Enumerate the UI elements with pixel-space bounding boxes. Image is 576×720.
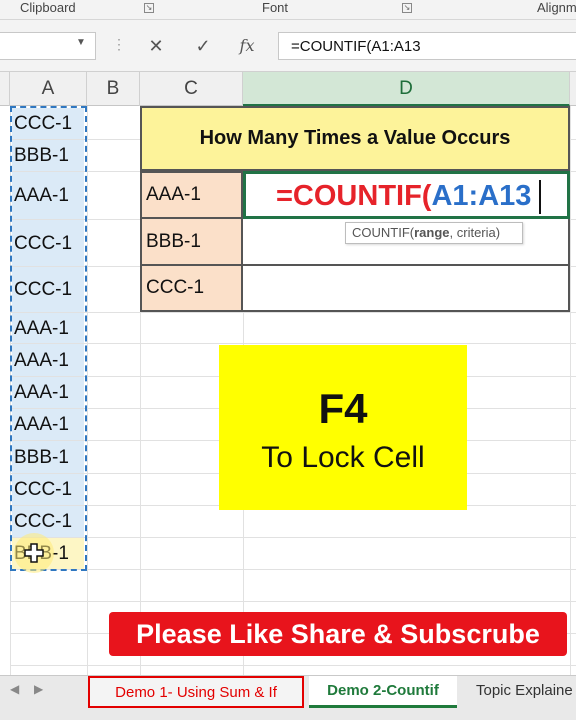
grid-line	[10, 569, 576, 570]
formula-bar-grip-icon: ⋮	[112, 36, 126, 52]
cell-d5[interactable]	[243, 266, 570, 312]
grid-line	[87, 106, 88, 680]
text-caret	[539, 180, 541, 214]
cell-c5[interactable]: CCC-1	[140, 266, 243, 312]
chevron-down-icon[interactable]: ▼	[76, 37, 86, 48]
tab-demo-2-countif[interactable]: Demo 2-Countif	[309, 676, 457, 708]
grid-line	[570, 106, 571, 680]
formula-function-text: =COUNTIF(	[276, 180, 432, 212]
name-box[interactable]: ▼	[0, 32, 96, 60]
cell-select-cursor-icon	[24, 543, 44, 563]
formula-range-text: A1:A13	[431, 180, 532, 212]
column-header-d[interactable]: D	[243, 72, 570, 106]
column-header-b[interactable]: B	[87, 72, 140, 106]
formula-bar: ▼ ⋮ ✕ ✓ fx =COUNTIF(A1:A13	[0, 20, 576, 72]
tab-demo-1[interactable]: Demo 1- Using Sum & If	[88, 676, 304, 708]
callout-key: F4	[318, 385, 368, 432]
grid-line	[10, 537, 576, 538]
cancel-icon[interactable]: ✕	[141, 34, 171, 58]
column-header-c[interactable]: C	[140, 72, 243, 106]
column-header-e[interactable]	[570, 72, 576, 106]
clipboard-launcher-icon[interactable]: ↘	[144, 3, 154, 13]
grid-line	[10, 601, 576, 602]
formula-input[interactable]: =COUNTIF(A1:A13	[278, 32, 576, 60]
insert-function-icon[interactable]: fx	[232, 34, 262, 58]
tooltip-current-argument[interactable]: range	[414, 225, 449, 240]
column-headers: A B C D	[0, 72, 576, 106]
row-header-corner[interactable]	[0, 72, 10, 106]
callout-text: To Lock Cell	[261, 441, 425, 474]
tooltip-remaining-arguments: , criteria)	[449, 225, 501, 240]
table-title[interactable]: How Many Times a Value Occurs	[140, 106, 570, 171]
sheet-tab-bar: ◀ ▶ Demo 1- Using Sum & If Demo 2-Counti…	[0, 675, 576, 720]
cell-c3[interactable]: AAA-1	[140, 171, 243, 219]
f4-callout: F4 To Lock Cell	[219, 345, 467, 510]
alignment-group-label: Alignm	[537, 0, 576, 15]
font-launcher-icon[interactable]: ↘	[402, 3, 412, 13]
cell-c4[interactable]: BBB-1	[140, 219, 243, 266]
tab-topic-explained[interactable]: Topic Explaine	[466, 676, 576, 708]
grid-line	[10, 312, 576, 313]
font-group-label: Font	[262, 0, 289, 15]
scroll-right-icon[interactable]: ▶	[34, 682, 43, 696]
grid-line	[10, 343, 576, 344]
subscribe-banner: Please Like Share & Subscrube	[109, 612, 567, 656]
grid-line	[10, 665, 576, 666]
function-tooltip[interactable]: COUNTIF(range, criteria)	[345, 222, 523, 244]
ribbon-group-labels: Clipboard ↘ Font ↘ Alignm	[0, 0, 576, 20]
column-header-a[interactable]: A	[10, 72, 87, 106]
active-cell-formula: =COUNTIF(A1:A13	[276, 176, 531, 216]
clipboard-group-label: Clipboard	[20, 0, 76, 15]
enter-icon[interactable]: ✓	[188, 34, 218, 58]
tooltip-function-name: COUNTIF(	[352, 225, 415, 240]
range-selection-marquee	[10, 106, 87, 571]
scroll-left-icon[interactable]: ◀	[10, 682, 19, 696]
